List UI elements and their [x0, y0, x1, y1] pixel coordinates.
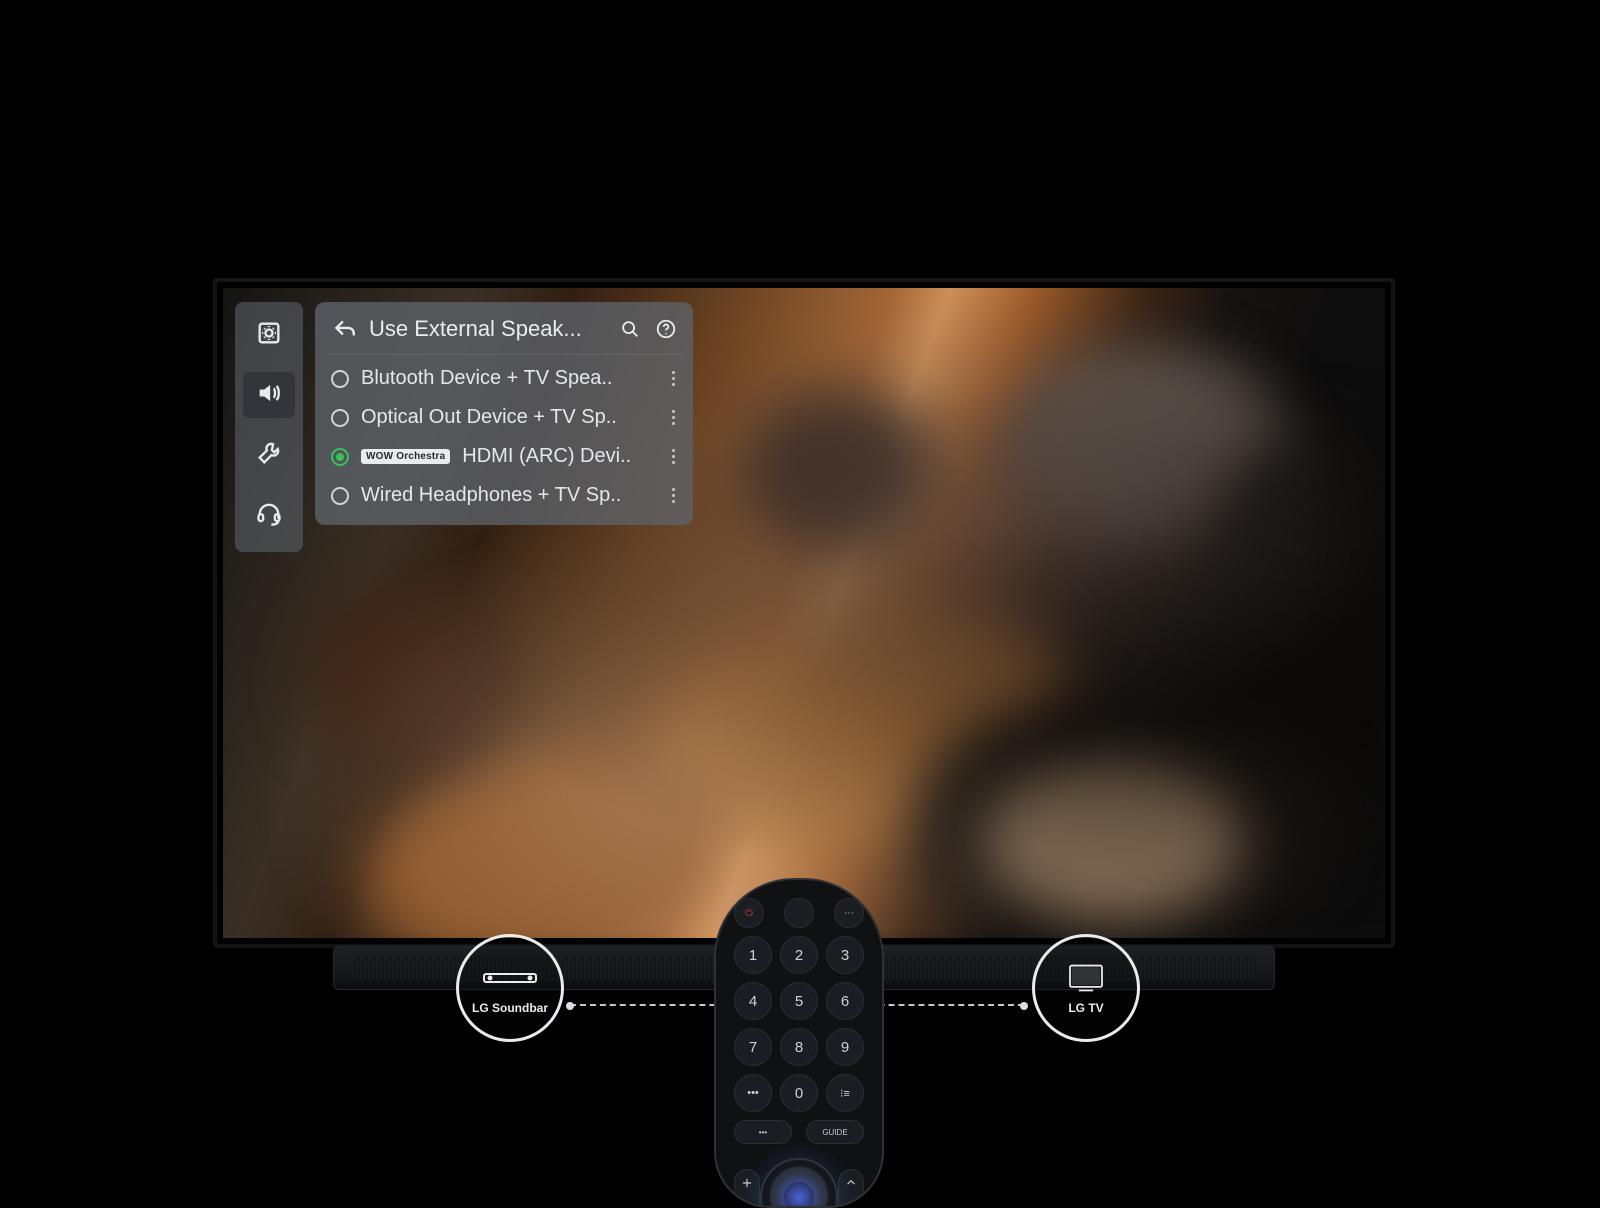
numpad-1[interactable]: 1 [734, 936, 772, 974]
numpad-8[interactable]: 8 [780, 1028, 818, 1066]
speaker-icon [255, 379, 283, 412]
remote-blank-button[interactable] [784, 898, 814, 928]
tv-label: LG TV [1068, 1001, 1103, 1015]
sidebar-item-general[interactable] [243, 432, 295, 478]
tv-icon [1058, 962, 1114, 997]
more-actions-button[interactable]: ⋯ [834, 898, 864, 928]
option-label: HDMI (ARC) Devi.. [462, 445, 631, 468]
soundbar-label: LG Soundbar [472, 1001, 548, 1015]
numpad-6[interactable]: 6 [826, 982, 864, 1020]
ok-button[interactable] [784, 1182, 814, 1208]
numpad-5[interactable]: 5 [780, 982, 818, 1020]
panel-title: Use External Speak... [369, 316, 607, 342]
sidebar-item-support[interactable] [243, 492, 295, 538]
more-icon[interactable] [672, 449, 677, 464]
wow-orchestra-badge: WOW Orchestra [361, 449, 450, 464]
tv-screen: Use External Speak... Blutooth Device + … [223, 288, 1385, 938]
output-option-list: Blutooth Device + TV Spea.. Optical Out … [325, 355, 683, 507]
tv-badge: LG TV [1032, 934, 1140, 1042]
tv-frame: Use External Speak... Blutooth Device + … [213, 278, 1395, 948]
radio-icon [331, 487, 349, 505]
more-icon[interactable] [672, 488, 677, 503]
radio-icon [331, 409, 349, 427]
search-button[interactable] [617, 316, 643, 342]
option-hdmi-arc[interactable]: WOW Orchestra HDMI (ARC) Devi.. [331, 445, 677, 468]
numpad-3[interactable]: 3 [826, 936, 864, 974]
option-label: Blutooth Device + TV Spea.. [361, 367, 612, 390]
sound-output-panel: Use External Speak... Blutooth Device + … [315, 302, 693, 525]
option-label: Wired Headphones + TV Sp.. [361, 484, 621, 507]
option-bluetooth-tv[interactable]: Blutooth Device + TV Spea.. [331, 367, 677, 390]
headset-icon [255, 499, 283, 532]
help-button[interactable] [653, 316, 679, 342]
panel-header: Use External Speak... [325, 314, 683, 355]
sidebar-item-sound[interactable] [243, 372, 295, 418]
brightness-icon [255, 319, 283, 352]
numpad-2[interactable]: 2 [780, 936, 818, 974]
numpad-list-button[interactable]: ⁝≡ [826, 1074, 864, 1112]
radio-selected-icon [331, 448, 349, 466]
more-icon[interactable] [672, 410, 677, 425]
back-button[interactable] [329, 314, 359, 344]
radio-icon [331, 370, 349, 388]
numpad-4[interactable]: 4 [734, 982, 772, 1020]
power-button[interactable]: ⏻ [734, 898, 764, 928]
magic-remote: ⏻ ⋯ 1 2 3 4 5 6 7 8 9 ••• 0 ⁝≡ ••• GUIDE [714, 878, 884, 1208]
option-wired-headphones-tv[interactable]: Wired Headphones + TV Sp.. [331, 484, 677, 507]
numpad-extra-left[interactable]: ••• [734, 1074, 772, 1112]
numpad-0[interactable]: 0 [780, 1074, 818, 1112]
numpad-7[interactable]: 7 [734, 1028, 772, 1066]
numpad-9[interactable]: 9 [826, 1028, 864, 1066]
soundbar-badge: LG Soundbar [456, 934, 564, 1042]
more-icon[interactable] [672, 371, 677, 386]
quick-settings-sidebar [235, 302, 303, 552]
soundbar-icon [482, 962, 538, 997]
option-label: Optical Out Device + TV Sp.. [361, 406, 617, 429]
sidebar-item-picture[interactable] [243, 312, 295, 358]
option-optical-tv[interactable]: Optical Out Device + TV Sp.. [331, 406, 677, 429]
wrench-icon [255, 439, 283, 472]
